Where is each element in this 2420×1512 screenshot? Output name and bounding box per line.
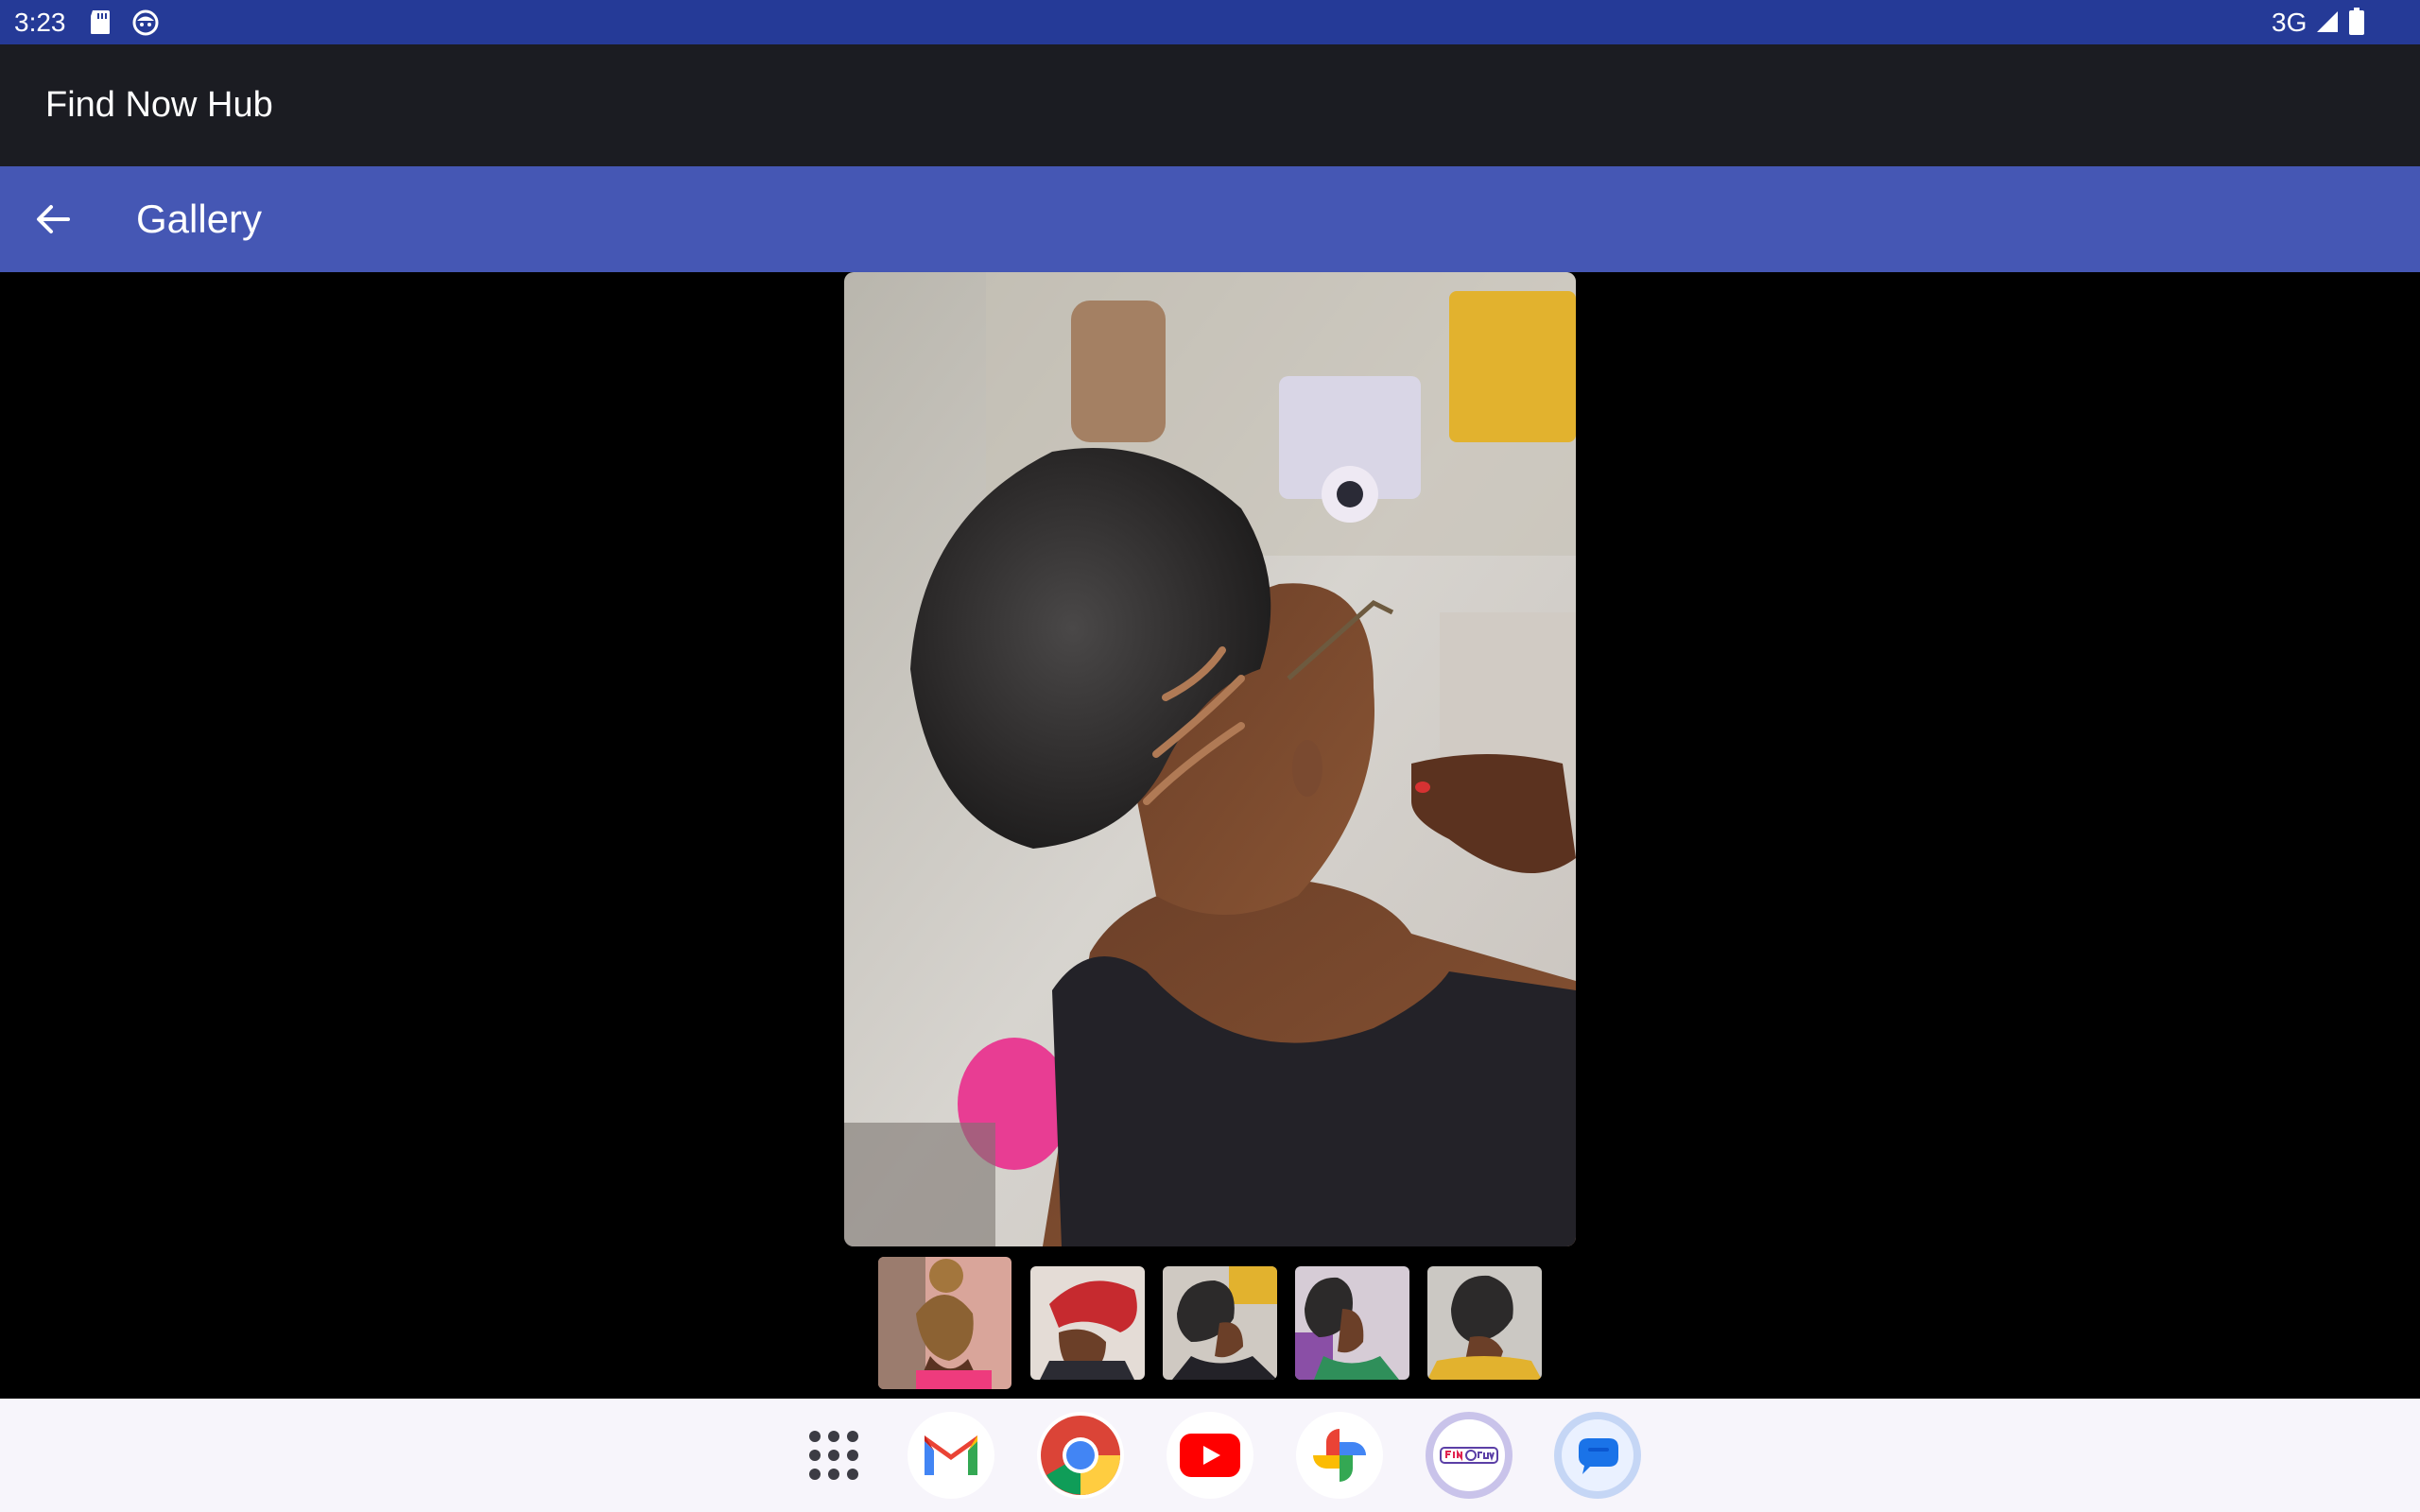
thumbnail-5[interactable] [1427,1266,1542,1380]
toolbar: Gallery [0,166,2420,272]
thumbnail-strip [0,1257,2420,1389]
gallery-viewer [0,272,2420,1399]
red-twists-image [1030,1266,1145,1380]
app-grid-icon [809,1431,858,1480]
tapered-cut-side-image [1295,1266,1409,1380]
gmail-app-button[interactable] [908,1412,994,1499]
status-time: 3:23 [14,8,66,37]
chrome-app-button[interactable] [1037,1412,1124,1499]
youtube-icon [1180,1434,1240,1477]
tapered-cut-image [1163,1266,1277,1380]
status-bar: 3:23 3G [0,0,2420,44]
network-type-label: 3G [2272,8,2308,37]
messages-icon [1562,1419,1634,1491]
chrome-icon [1041,1416,1120,1495]
find-now-hub-logo-icon [1433,1419,1505,1491]
sd-card-icon [91,10,110,34]
youtube-app-button[interactable] [1167,1412,1253,1499]
haircut-photo-image [844,272,1576,1246]
arrow-back-icon [37,205,70,233]
face-icon [132,9,159,36]
app-drawer-button[interactable] [790,1412,877,1499]
thumbnail-4[interactable] [1295,1266,1409,1380]
back-button[interactable] [23,189,83,249]
gmail-icon [925,1435,977,1475]
app-title: Find Now Hub [45,85,273,125]
app-title-bar: Find Now Hub [0,44,2420,166]
thumbnail-2[interactable] [1030,1266,1145,1380]
signal-icon [2317,11,2338,32]
photos-pinwheel-icon [1313,1429,1366,1482]
battery-icon [2349,8,2364,35]
page-title: Gallery [136,197,263,241]
main-photo[interactable] [844,272,1576,1246]
thumbnail-3[interactable] [1163,1266,1277,1380]
messages-app-button[interactable] [1554,1412,1641,1499]
photos-app-button[interactable] [1296,1412,1383,1499]
thumbnail-1-selected[interactable] [878,1257,1011,1389]
tapered-cut-back-image [1427,1266,1542,1380]
app-dock [0,1399,2420,1512]
find-now-hub-app-button[interactable] [1426,1412,1512,1499]
braided-bun-image [878,1257,1011,1389]
